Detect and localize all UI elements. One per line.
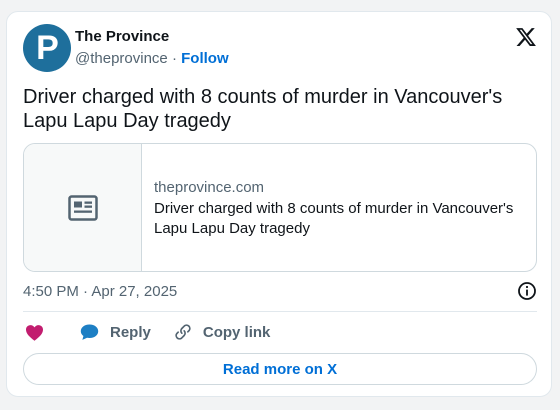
read-more-button[interactable]: Read more on X <box>23 353 537 385</box>
author-avatar[interactable]: P <box>23 24 71 72</box>
embedded-tweet-card: P The Province @theprovince · Follow Dri… <box>6 11 552 397</box>
reply-label: Reply <box>110 323 151 341</box>
follow-button[interactable]: Follow <box>181 50 229 67</box>
link-thumbnail <box>24 144 142 271</box>
author-handle-row: @theprovince · Follow <box>75 50 229 67</box>
avatar-logo-letter: P <box>36 29 59 67</box>
author-handle[interactable]: @theprovince <box>75 50 168 67</box>
link-domain: theprovince.com <box>154 179 265 196</box>
info-icon[interactable] <box>517 281 537 301</box>
copy-link-button[interactable]: Copy link <box>173 322 271 342</box>
newspaper-icon <box>67 194 98 221</box>
link-card-body: theprovince.com Driver charged with 8 co… <box>142 144 536 271</box>
author-name[interactable]: The Province <box>75 28 169 45</box>
link-preview-card[interactable]: theprovince.com Driver charged with 8 co… <box>23 143 537 272</box>
like-button[interactable] <box>25 324 44 341</box>
tweet-text: Driver charged with 8 counts of murder i… <box>23 86 503 132</box>
reply-button[interactable]: Reply <box>80 323 151 341</box>
tweet-actions: Reply Copy link <box>23 320 270 344</box>
copy-link-label: Copy link <box>202 323 271 341</box>
x-logo-icon[interactable] <box>515 26 537 48</box>
heart-icon <box>26 324 43 341</box>
reply-icon <box>80 324 99 340</box>
link-icon <box>175 324 191 340</box>
handle-separator: · <box>171 50 177 67</box>
tweet-timestamp[interactable]: 4:50 PM · Apr 27, 2025 <box>23 283 177 300</box>
link-title: Driver charged with 8 counts of murder i… <box>154 200 514 237</box>
divider <box>23 311 537 312</box>
